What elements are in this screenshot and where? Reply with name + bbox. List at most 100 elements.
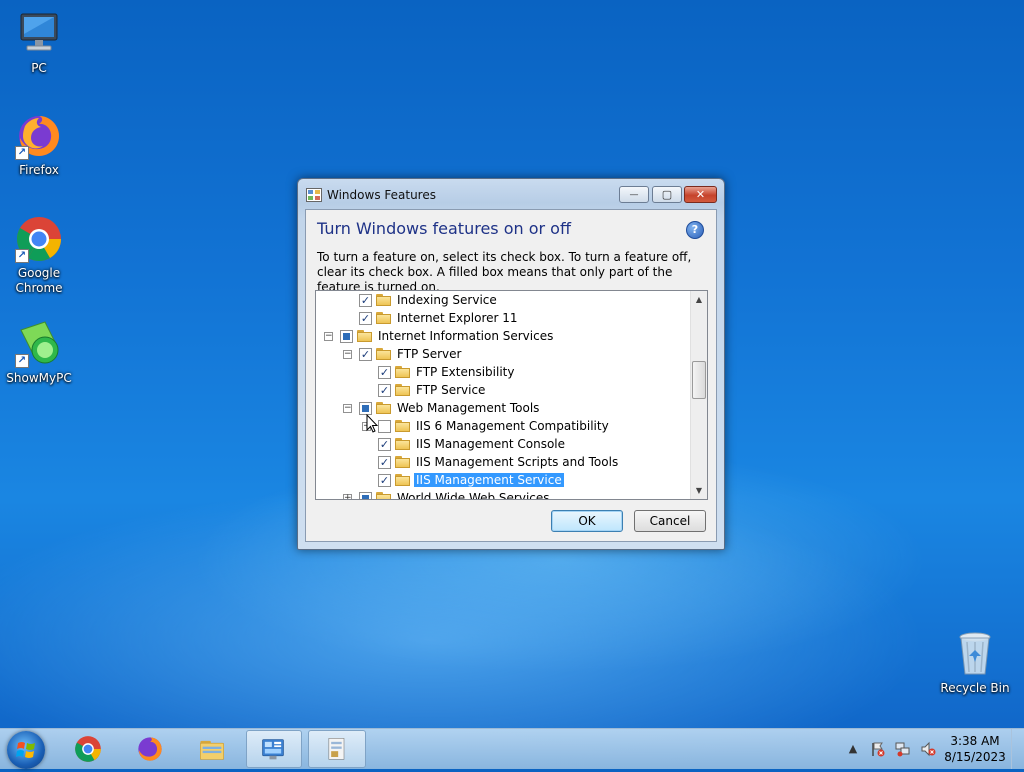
features-tree[interactable]: ✓ Indexing Service ✓ Internet Explorer 11 − I… [315,290,708,500]
desktop-icon-label: Google [17,266,61,280]
shortcut-arrow-icon: ↗ [15,146,29,160]
chrome-icon: ↗ [15,215,63,263]
firefox-icon [138,737,162,761]
action-center-flag-icon[interactable] [870,741,886,757]
desktop-icon-google-chrome[interactable]: ↗ Google Chrome [1,215,77,296]
tree-scrollbar[interactable]: ▲ ▼ [690,291,707,499]
feature-checkbox[interactable]: ✓ [359,311,372,325]
tree-row[interactable]: ✓ IIS Management Scripts and Tools [362,453,620,471]
feature-label[interactable]: Internet Information Services [376,329,555,343]
help-icon[interactable]: ? [686,221,704,239]
windows-logo-icon [16,742,35,758]
feature-label[interactable]: IIS Management Console [414,437,567,451]
desktop-icon-firefox[interactable]: ↗ Firefox [1,112,77,178]
desktop-icon-recycle-bin[interactable]: Recycle Bin [937,630,1013,696]
feature-checkbox[interactable] [378,419,391,433]
feature-checkbox[interactable] [359,401,372,415]
feature-checkbox[interactable] [359,491,372,499]
windows-features-icon [328,738,345,760]
desktop-icon-label: Firefox [19,163,59,177]
collapse-icon[interactable]: − [343,403,352,413]
recycle-bin-icon [951,630,999,678]
computer-icon [15,10,63,58]
feature-checkbox[interactable]: ✓ [359,293,372,307]
maximize-button[interactable]: ▢ [652,186,682,203]
feature-label[interactable]: Web Management Tools [395,401,541,415]
feature-label[interactable]: Indexing Service [395,293,499,307]
taskbar-windows-features[interactable] [308,730,366,768]
tree-row[interactable]: ✓ FTP Service [362,381,487,399]
shortcut-arrow-icon: ↗ [15,249,29,263]
feature-label[interactable]: FTP Service [414,383,487,397]
collapse-icon[interactable]: − [343,349,352,359]
clock-date: 8/15/2023 [944,750,1006,764]
feature-label[interactable]: Internet Explorer 11 [395,311,520,325]
folder-icon [376,294,391,306]
windows-features-dialog: Windows Features — ▢ ✕ Turn Windows feat… [297,178,725,550]
minimize-icon: — [629,189,639,200]
close-button[interactable]: ✕ [684,186,717,203]
feature-checkbox[interactable]: ✓ [359,347,372,361]
tree-row[interactable]: +IIS 6 Management Compatibility [362,417,611,435]
close-icon: ✕ [695,188,706,201]
show-desktop-button[interactable] [1011,729,1024,769]
minimize-button[interactable]: — [619,186,649,203]
scroll-thumb[interactable] [692,361,706,399]
feature-label[interactable]: IIS Management Service [414,473,564,487]
feature-label[interactable]: FTP Server [395,347,463,361]
tree-row[interactable]: − ✓ FTP Server [343,345,463,363]
firefox-icon: ↗ [15,112,63,160]
collapse-icon[interactable]: − [324,331,333,341]
clock[interactable]: 3:38 AM 8/15/2023 [930,733,1020,765]
desktop-icon-showmypc[interactable]: ↗ ShowMyPC [1,320,77,386]
scroll-up-arrow-icon[interactable]: ▲ [691,291,707,308]
tree-row[interactable]: ✓ FTP Extensibility [362,363,516,381]
dialog-description: To turn a feature on, select its check b… [317,250,692,294]
desktop-icon-pc[interactable]: PC [1,10,77,76]
taskbar: ▲ 3:38 AM 8/15/2023 [0,728,1024,769]
window-title: Windows Features [327,188,436,202]
folder-icon [376,312,391,324]
folder-icon [395,474,410,486]
feature-label[interactable]: IIS 6 Management Compatibility [414,419,611,433]
title-bar[interactable]: Windows Features — ▢ ✕ [298,179,724,209]
folder-icon [376,402,391,414]
chrome-icon [75,736,101,762]
desktop-icon-label: ShowMyPC [6,371,72,385]
feature-checkbox[interactable] [340,329,353,343]
feature-checkbox[interactable]: ✓ [378,437,391,451]
taskbar-firefox[interactable] [124,730,176,768]
taskbar-chrome[interactable] [62,730,114,768]
showmypc-icon: ↗ [15,320,63,368]
feature-checkbox[interactable]: ✓ [378,455,391,469]
tree-row[interactable]: − Internet Information Services [324,327,555,345]
scroll-down-arrow-icon[interactable]: ▼ [691,482,707,499]
network-icon[interactable] [895,741,911,757]
feature-label[interactable]: IIS Management Scripts and Tools [414,455,620,469]
shortcut-arrow-icon: ↗ [15,354,29,368]
tree-row[interactable]: ✓ IIS Management Service [362,471,564,489]
feature-checkbox[interactable]: ✓ [378,473,391,487]
ok-button[interactable]: OK [551,510,623,532]
expand-icon[interactable]: + [343,493,352,499]
start-button[interactable] [7,731,45,769]
clock-time: 3:38 AM [950,734,1000,748]
feature-label[interactable]: FTP Extensibility [414,365,516,379]
folder-icon [395,456,410,468]
tree-row[interactable]: ✓ Internet Explorer 11 [343,309,520,327]
feature-checkbox[interactable]: ✓ [378,383,391,397]
tree-row[interactable]: ✓ Indexing Service [343,291,499,309]
feature-checkbox[interactable]: ✓ [378,365,391,379]
mouse-cursor-icon [366,414,379,433]
desktop-icon-label: Chrome [15,281,63,295]
maximize-icon: ▢ [661,188,673,201]
cancel-button[interactable]: Cancel [634,510,706,532]
tree-row[interactable]: ✓ IIS Management Console [362,435,567,453]
taskbar-file-explorer[interactable] [186,730,238,768]
windows-features-icon [306,188,322,202]
taskbar-control-panel[interactable] [246,730,302,768]
folder-icon [395,420,410,432]
tree-row[interactable]: + World Wide Web Services [343,489,552,499]
feature-label[interactable]: World Wide Web Services [395,491,552,499]
show-hidden-icons-icon[interactable]: ▲ [845,741,861,757]
